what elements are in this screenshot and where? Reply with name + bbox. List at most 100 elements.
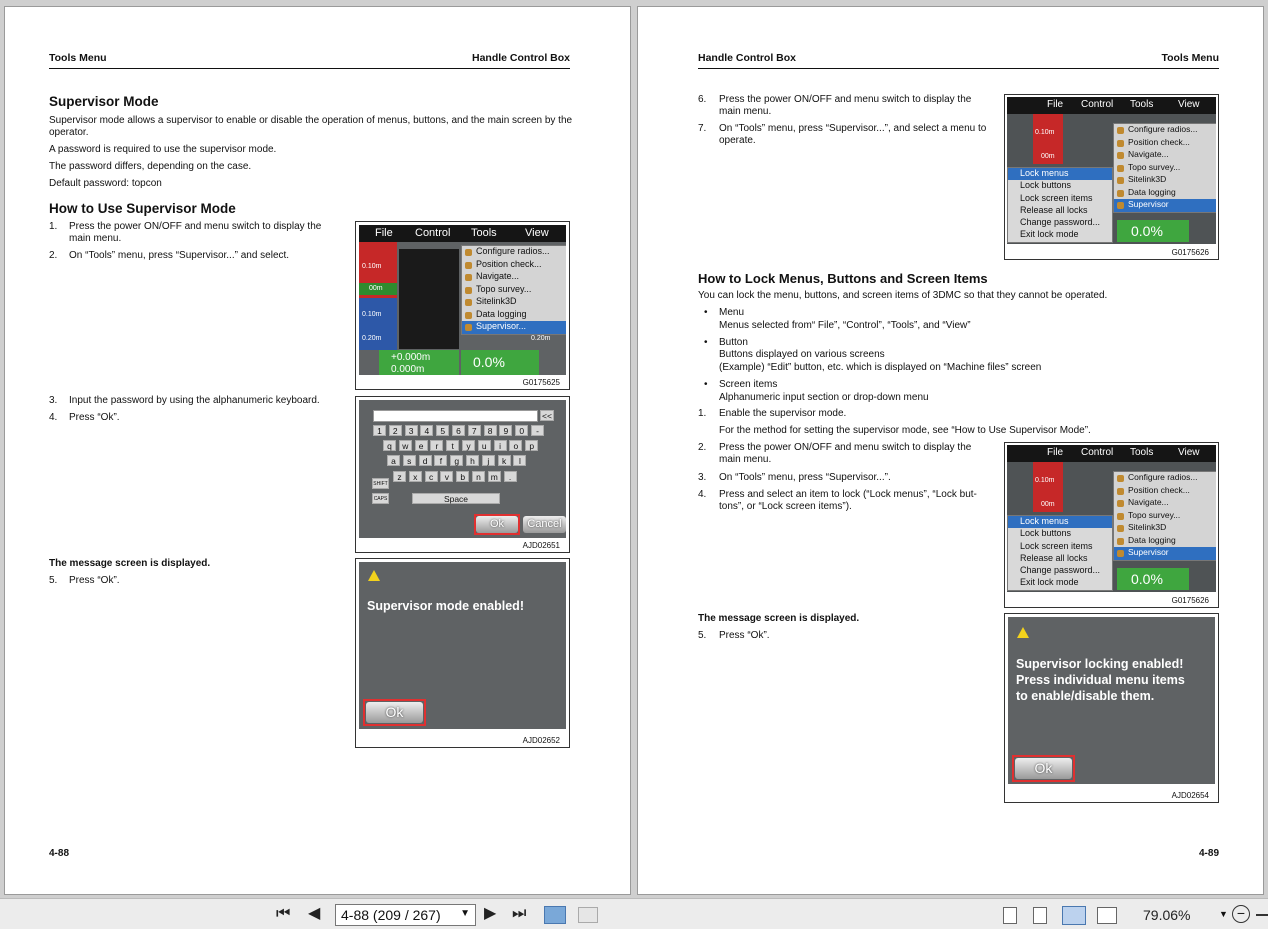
space-key[interactable]: Space — [412, 493, 500, 504]
key-l[interactable]: l — [513, 455, 527, 466]
key-i[interactable]: i — [493, 440, 507, 451]
caps-key[interactable]: CAPS — [372, 493, 389, 504]
zoom-level[interactable]: 79.06% — [1143, 907, 1190, 923]
menu-item-navigate[interactable]: Navigate... — [1114, 149, 1216, 162]
key-h[interactable]: h — [466, 455, 479, 466]
menu-item-lock-buttons[interactable]: Lock buttons — [1008, 180, 1112, 192]
key-x[interactable]: x — [408, 471, 422, 482]
menu-item-configure-radios[interactable]: Configure radios... — [1114, 472, 1216, 485]
key-y[interactable]: y — [462, 440, 475, 451]
step-number: 5. — [49, 575, 58, 586]
key-e[interactable]: e — [414, 440, 428, 451]
key-7[interactable]: 7 — [467, 425, 481, 436]
key-d[interactable]: d — [418, 455, 432, 466]
key-6[interactable]: 6 — [452, 425, 465, 436]
key-9[interactable]: 9 — [499, 425, 513, 436]
menu-item-change-password[interactable]: Change password... — [1008, 565, 1112, 577]
document-viewport[interactable]: Tools Menu Handle Control Box Supervisor… — [0, 0, 1268, 898]
menu-item-sitelink3d[interactable]: Sitelink3D — [1114, 522, 1216, 535]
supervisor-icon — [465, 324, 472, 331]
key-a[interactable]: a — [387, 455, 400, 466]
menu-item-supervisor[interactable]: Supervisor — [1114, 199, 1216, 212]
menu-item-sitelink3d[interactable]: Sitelink3D — [462, 296, 566, 309]
menu-item-topo-survey[interactable]: Topo survey... — [1114, 510, 1216, 523]
key-4[interactable]: 4 — [420, 425, 434, 436]
menu-item-topo-survey[interactable]: Topo survey... — [1114, 162, 1216, 175]
chevron-down-icon[interactable]: ▼ — [460, 908, 470, 919]
single-page-view-icon[interactable] — [544, 906, 566, 924]
menu-item-lock-menus[interactable]: Lock menus — [1008, 168, 1112, 181]
key-t[interactable]: t — [446, 440, 460, 451]
first-page-button[interactable]: ⏮ — [276, 905, 290, 923]
cancel-button[interactable]: Cancel — [523, 516, 566, 533]
shift-key[interactable]: SHIFT — [372, 478, 389, 489]
continuous-layout-icon[interactable] — [1033, 907, 1047, 924]
key-u[interactable]: u — [477, 440, 491, 451]
two-page-continuous-icon[interactable] — [1097, 907, 1117, 924]
key-m[interactable]: m — [487, 471, 501, 482]
key-c[interactable]: c — [424, 471, 438, 482]
key-1[interactable]: 1 — [373, 425, 386, 436]
key-p[interactable]: p — [525, 440, 539, 451]
single-page-layout-icon[interactable] — [1003, 907, 1017, 924]
menu-item-navigate[interactable]: Navigate... — [462, 271, 566, 284]
zoom-dropdown-icon[interactable]: ▼ — [1219, 909, 1228, 919]
password-input[interactable] — [373, 410, 538, 422]
menu-item-data-logging[interactable]: Data logging — [1114, 187, 1216, 200]
last-page-button[interactable]: ⏭ — [512, 905, 526, 923]
key-0[interactable]: 0 — [515, 425, 529, 436]
next-page-button[interactable]: ▶ — [484, 905, 496, 923]
menu-item-position-check[interactable]: Position check... — [1114, 137, 1216, 150]
key-2[interactable]: 2 — [388, 425, 402, 436]
key-n[interactable]: n — [472, 471, 485, 482]
menu-item-lock-screen-items[interactable]: Lock screen items — [1008, 541, 1112, 553]
two-page-layout-icon[interactable] — [1062, 906, 1086, 925]
menu-item-release-all-locks[interactable]: Release all locks — [1008, 553, 1112, 565]
backspace-key[interactable]: << — [540, 410, 554, 421]
menu-item-supervisor[interactable]: Supervisor — [1114, 547, 1216, 560]
key-3[interactable]: 3 — [404, 425, 418, 436]
menu-item-position-check[interactable]: Position check... — [1114, 485, 1216, 498]
menu-item-release-all-locks[interactable]: Release all locks — [1008, 205, 1112, 217]
key-v[interactable]: v — [440, 471, 454, 482]
menu-item-data-logging[interactable]: Data logging — [1114, 535, 1216, 548]
page-number-field[interactable]: 4-88 (209 / 267) ▼ — [335, 904, 476, 926]
menu-item-configure-radios[interactable]: Configure radios... — [462, 246, 566, 259]
menu-item-lock-menus[interactable]: Lock menus — [1008, 516, 1112, 529]
key-g[interactable]: g — [450, 455, 464, 466]
menu-item-data-logging[interactable]: Data logging — [462, 309, 566, 322]
key-.[interactable]: . — [503, 471, 517, 482]
menu-item-lock-buttons[interactable]: Lock buttons — [1008, 528, 1112, 540]
key-w[interactable]: w — [398, 440, 412, 451]
key-j[interactable]: j — [481, 455, 495, 466]
key-8[interactable]: 8 — [483, 425, 497, 436]
step-text: Press “Ok”. — [69, 575, 120, 586]
radio-icon — [465, 249, 472, 256]
key-o[interactable]: o — [509, 440, 523, 451]
zoom-slider[interactable] — [1256, 914, 1268, 916]
zoom-out-icon[interactable]: − — [1232, 905, 1250, 923]
key-q[interactable]: q — [383, 440, 396, 451]
menu-item-exit-lock-mode[interactable]: Exit lock mode — [1008, 229, 1112, 241]
menu-item-lock-screen-items[interactable]: Lock screen items — [1008, 193, 1112, 205]
key-5[interactable]: 5 — [436, 425, 450, 436]
key--[interactable]: - — [531, 425, 544, 436]
menu-file: File — [375, 227, 393, 239]
menu-item-supervisor[interactable]: Supervisor... — [462, 321, 566, 334]
survey-icon — [465, 286, 472, 294]
key-b[interactable]: b — [456, 471, 470, 482]
menu-item-position-check[interactable]: Position check... — [462, 259, 566, 272]
menu-item-topo-survey[interactable]: Topo survey... — [462, 284, 566, 297]
continuous-view-icon[interactable] — [578, 907, 598, 923]
menu-item-exit-lock-mode[interactable]: Exit lock mode — [1008, 577, 1112, 589]
menu-item-change-password[interactable]: Change password... — [1008, 217, 1112, 229]
menu-item-sitelink3d[interactable]: Sitelink3D — [1114, 174, 1216, 187]
key-z[interactable]: z — [393, 471, 406, 482]
key-k[interactable]: k — [497, 455, 511, 466]
key-r[interactable]: r — [430, 440, 444, 451]
key-f[interactable]: f — [434, 455, 448, 466]
menu-item-navigate[interactable]: Navigate... — [1114, 497, 1216, 510]
key-s[interactable]: s — [402, 455, 416, 466]
menu-item-configure-radios[interactable]: Configure radios... — [1114, 124, 1216, 137]
previous-page-button[interactable]: ◀ — [308, 905, 320, 923]
